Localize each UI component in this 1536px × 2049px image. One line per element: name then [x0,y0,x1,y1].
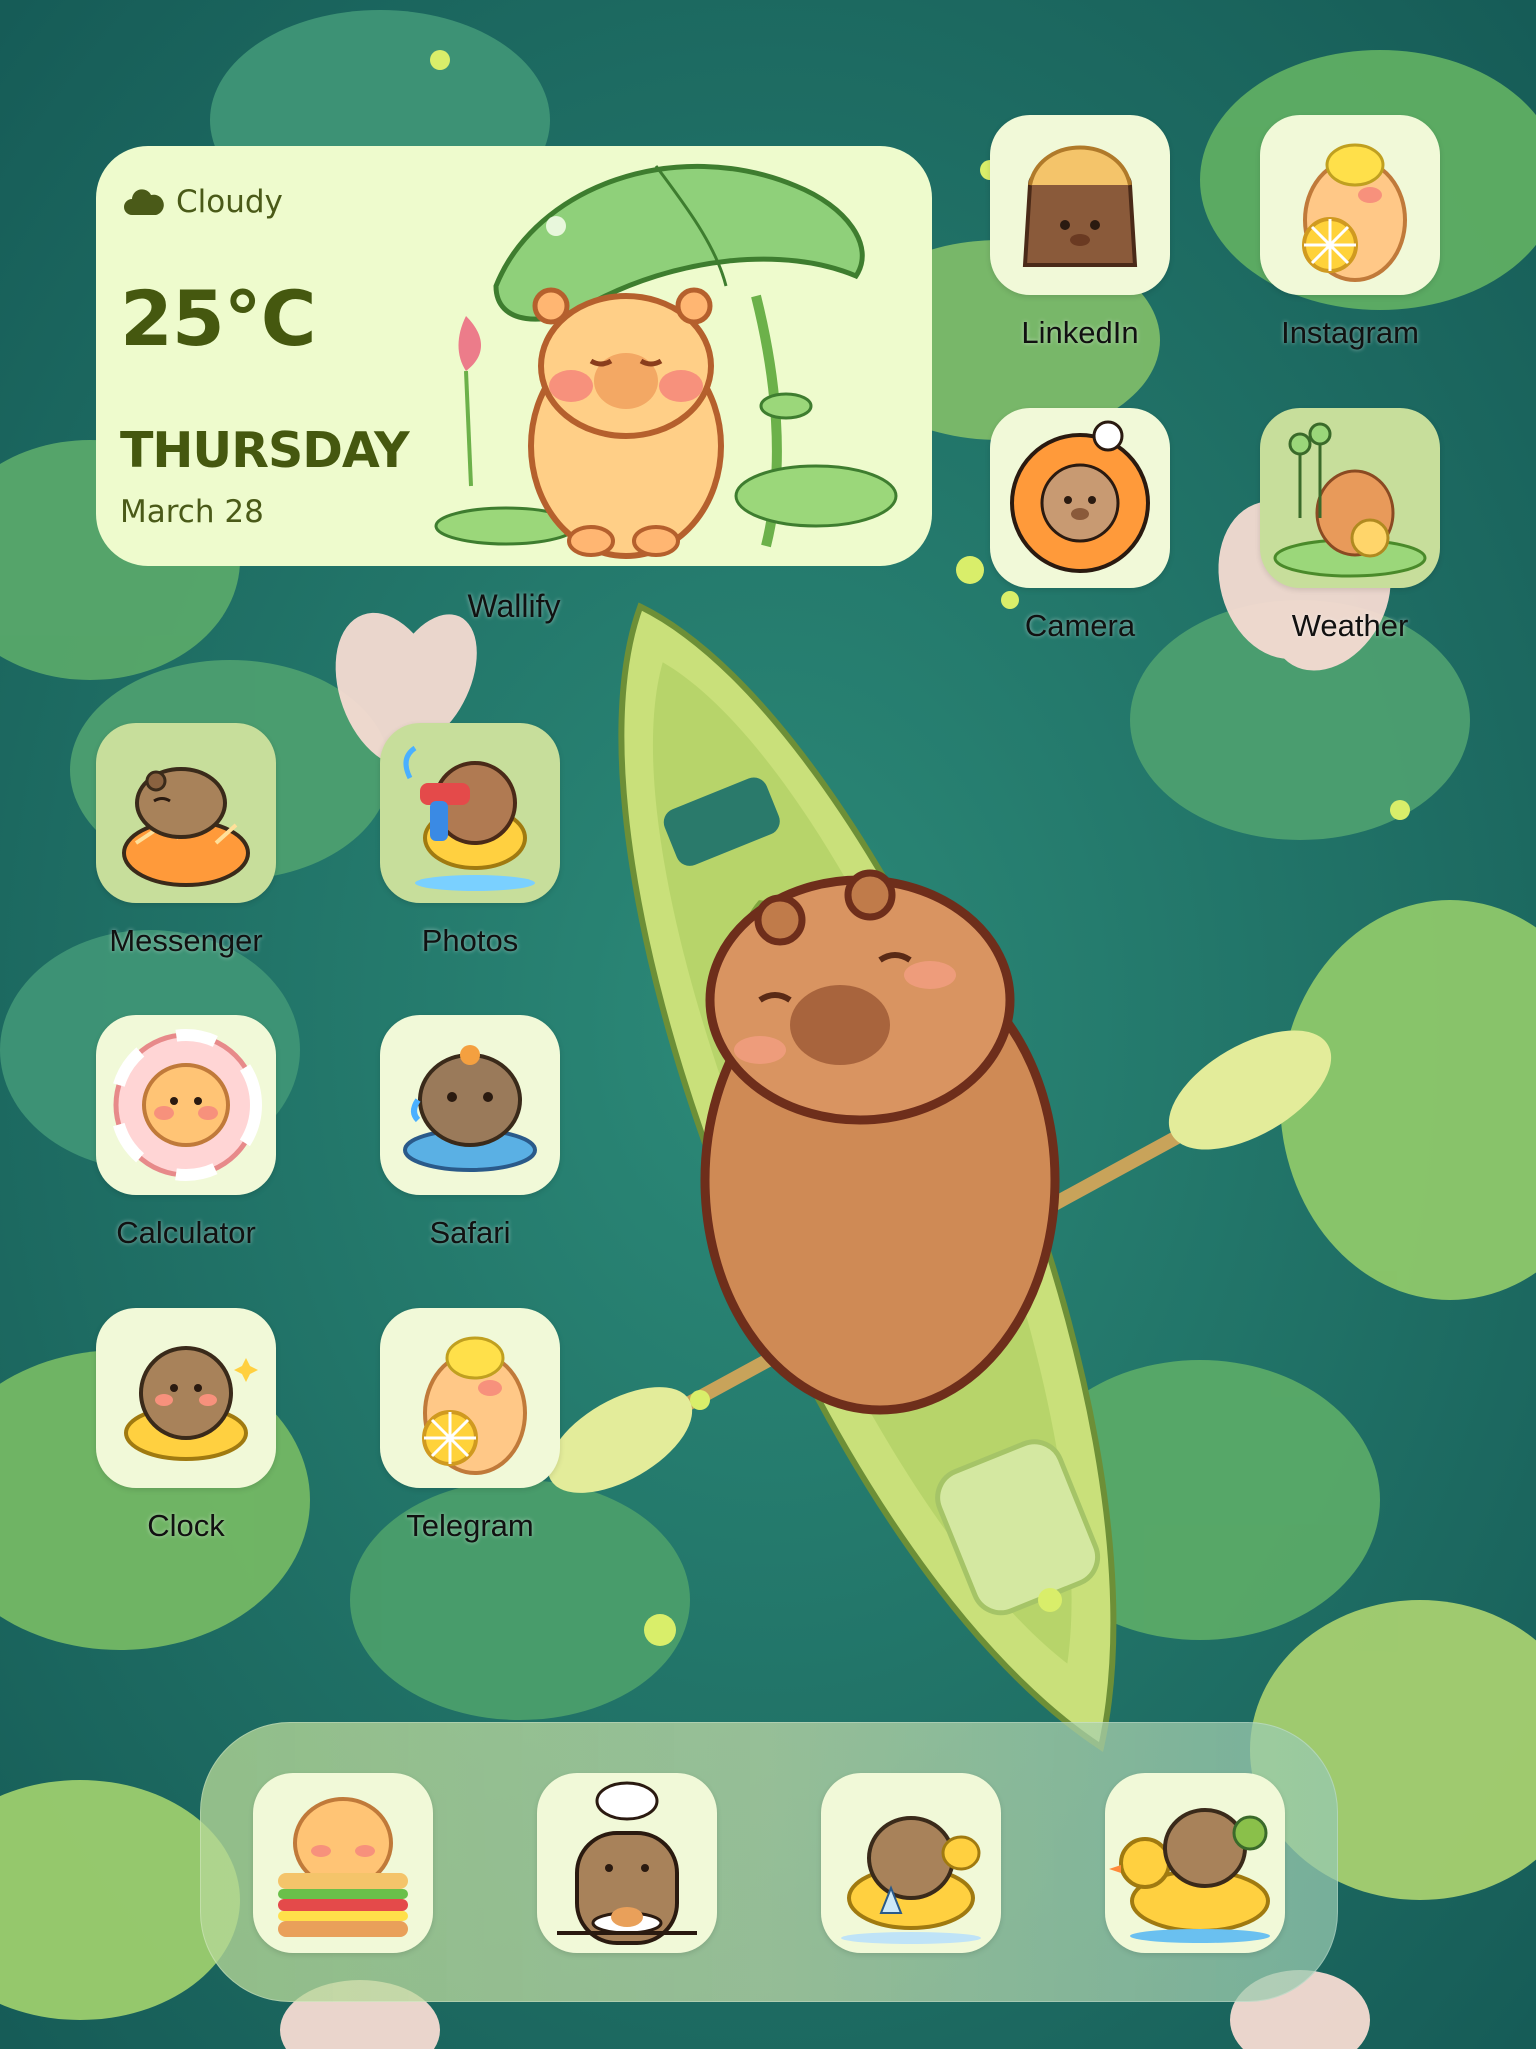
app-label: Calculator [116,1215,256,1250]
widget-label: Wallify [467,588,561,624]
app-photos[interactable] [380,723,560,903]
dock-app-4[interactable] [1105,1773,1285,1953]
app-label: Camera [1024,608,1136,643]
app-label: Clock [147,1508,225,1543]
capybara-swim-ring-icon [841,1816,981,1944]
app-label: Telegram [406,1508,534,1543]
weekday: THURSDAY [120,422,410,479]
dock-app-1[interactable] [253,1773,433,1953]
capybara-leaf-illustration [434,163,898,559]
condition-text: Cloudy [176,184,283,220]
capybara-lemon-2-icon [422,1336,527,1475]
app-linkedin[interactable] [990,115,1170,295]
cloud-icon [124,189,164,215]
capybara-toast-icon [1022,145,1138,267]
app-label: Safari [429,1215,511,1250]
app-weather[interactable] [1260,408,1440,588]
capybara-family-icon [1273,422,1427,578]
capybara-swim-ring-pink-icon [110,1029,262,1181]
capybara-water-gun-icon [403,745,535,891]
capybara-fish-icon [403,1045,537,1172]
capybara-sandwich-icon [278,1797,408,1937]
capybara-lemon-icon [1302,143,1407,282]
app-label: LinkedIn [1021,315,1139,350]
temperature: 25°C [120,274,317,363]
app-label: Messenger [109,923,263,958]
app-label: Photos [421,923,519,958]
weather-widget[interactable]: Cloudy 25°C THURSDAY March 28 [96,146,932,566]
dock-app-3[interactable] [821,1773,1001,1953]
weather-condition: Cloudy [124,184,283,220]
app-telegram[interactable] [380,1308,560,1488]
app-messenger[interactable] [96,723,276,903]
app-clock[interactable] [96,1308,276,1488]
capybara-donut-icon [1010,420,1150,573]
app-instagram[interactable] [1260,115,1440,295]
capybara-float-icon [124,1346,258,1461]
app-calculator[interactable] [96,1015,276,1195]
date: March 28 [120,494,264,530]
app-label: Instagram [1281,315,1419,350]
app-safari[interactable] [380,1015,560,1195]
capybara-bun-icon [122,767,250,887]
capybara-chef-icon [557,1781,697,1945]
app-label: Weather [1291,608,1409,643]
app-camera[interactable] [990,408,1170,588]
dock-app-2[interactable] [537,1773,717,1953]
capybara-duck-float-icon [1109,1808,1270,1943]
